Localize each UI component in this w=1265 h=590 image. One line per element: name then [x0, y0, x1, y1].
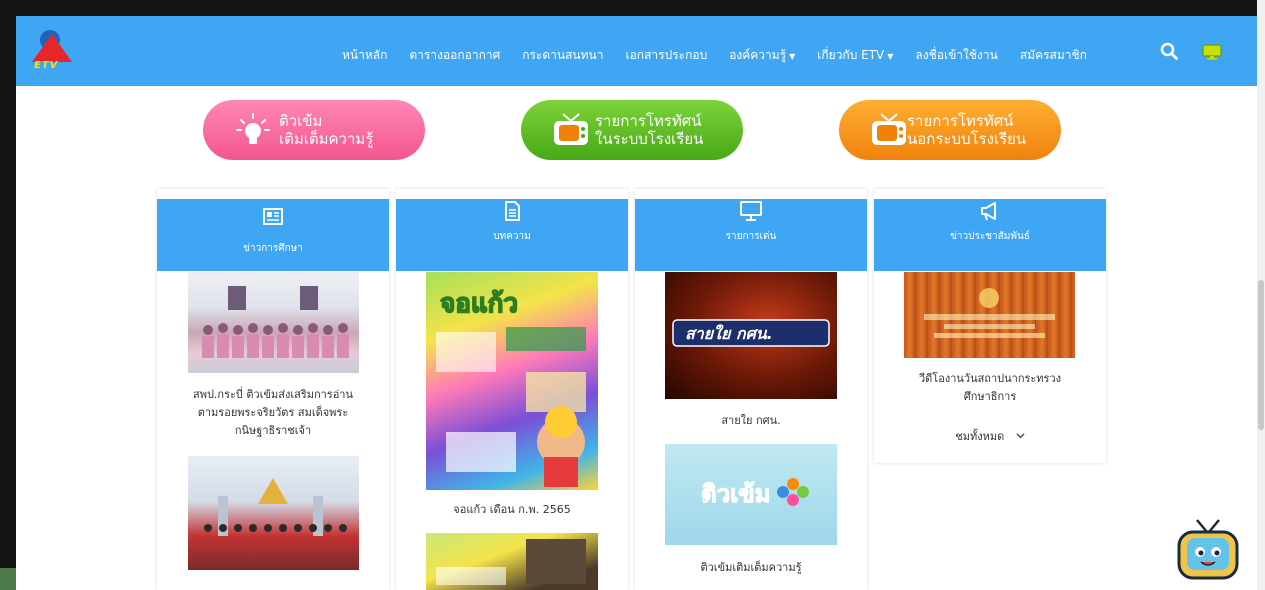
view-all-link[interactable]: ชมทั้งหมด	[884, 428, 1096, 446]
caption-line: สพป.กระบี่ ติวเข้มส่งเสริมการอ่าน	[192, 388, 353, 401]
saiyai-illustration: สายใย กศน.	[672, 319, 830, 347]
pr-thumbnail[interactable]	[904, 272, 1075, 358]
nav-item-label: เอกสารประกอบ	[625, 48, 708, 62]
card-title: ข่าวการศึกษา	[243, 243, 303, 254]
scrollbar[interactable]	[1257, 0, 1265, 590]
news-caption[interactable]: สพป.กระบี่ ติวเข้มส่งเสริมการอ่าน ตามรอย…	[168, 386, 378, 440]
card-header[interactable]: ข่าวประชาสัมพันธ์	[874, 199, 1106, 271]
program-thumbnail-saiyai[interactable]: สายใย กศน.	[665, 272, 837, 399]
nav-item-label: หน้าหลัก	[342, 48, 388, 62]
nav-item-about[interactable]: เกี่ยวกับ ETV ▼	[817, 46, 893, 65]
school-tv-button-line1: รายการโทรทัศน์	[595, 112, 702, 130]
caption-line: กนิษฐาธิราชเจ้า	[234, 424, 312, 437]
screen-frame-top	[0, 0, 1265, 16]
nonformal-tv-button[interactable]: รายการโทรทัศน์ นอกระบบโรงเรียน	[839, 100, 1061, 160]
caret-down-icon: ▼	[789, 52, 796, 61]
school-tv-button-line2: ในระบบโรงเรียน	[595, 130, 704, 148]
program-banner-text: ติวเข้ม	[701, 480, 771, 508]
nav-item-documents[interactable]: เอกสารประกอบ	[626, 46, 708, 65]
card-header[interactable]: รายการเด่น	[635, 199, 867, 271]
search-icon[interactable]	[1160, 42, 1178, 60]
tutor-button-line2: เติมเต็มความรู้	[279, 130, 374, 148]
tutor-button-line1: ติวเข้ม	[279, 112, 323, 130]
news-photo-ceremony[interactable]	[188, 456, 359, 570]
nav-item-home[interactable]: หน้าหลัก	[342, 46, 387, 65]
caption-line: วีดีโองานวันสถาปนากระทรวง	[918, 372, 1061, 385]
article-poster-2-illustration	[436, 539, 586, 585]
card-title: บทความ	[493, 231, 531, 242]
nav-item-label: องค์ความรู้	[729, 48, 787, 62]
monitor-icon	[740, 201, 762, 221]
article-poster-2[interactable]	[426, 533, 598, 590]
school-tv-button[interactable]: รายการโทรทัศน์ ในระบบโรงเรียน	[521, 100, 743, 160]
card-title: ข่าวประชาสัมพันธ์	[950, 231, 1030, 242]
nonformal-tv-button-line2: นอกระบบโรงเรียน	[907, 130, 1027, 148]
tv-icon	[872, 113, 906, 145]
tutor-button[interactable]: ติวเข้ม เติมเต็มความรู้	[203, 100, 425, 160]
program-caption-saiyai[interactable]: สายใย กศน.	[645, 412, 857, 430]
news-photo-group[interactable]	[188, 272, 359, 373]
desktop-edge	[0, 568, 16, 590]
article-poster-illustration: จอแก้ว	[436, 288, 586, 487]
pr-thumbnail-illustration	[924, 288, 1055, 338]
poster-title: จอแก้ว	[440, 289, 518, 319]
pr-caption[interactable]: วีดีโองานวันสถาปนากระทรวง ศึกษาธิการ	[884, 370, 1096, 406]
megaphone-icon	[981, 202, 996, 221]
group-photo-illustration	[202, 286, 349, 358]
caption-line: ศึกษาธิการ	[963, 390, 1017, 403]
tv-icon	[554, 113, 588, 145]
logo-text: ETV	[34, 60, 59, 71]
nav-item-label: กระดานสนทนา	[522, 48, 604, 62]
nav-item-forum[interactable]: กระดานสนทนา	[522, 46, 603, 65]
nav-item-login[interactable]: ลงชื่อเข้าใช้งาน	[915, 46, 997, 65]
card-header[interactable]: บทความ	[396, 199, 628, 271]
document-icon	[505, 201, 520, 221]
nav-menu: หน้าหลัก ตารางออกอากาศ กระดานสนทนา เอกสา…	[342, 46, 1109, 65]
tv-icon[interactable]	[1202, 44, 1222, 60]
top-navbar: ETV หน้าหลัก ตารางออกอากาศ กระดานสนทนา เ…	[16, 16, 1257, 86]
caret-down-icon: ▼	[887, 52, 894, 61]
nav-item-knowledge[interactable]: องค์ความรู้ ▼	[729, 46, 795, 65]
nav-item-schedule[interactable]: ตารางออกอากาศ	[409, 46, 500, 65]
article-poster[interactable]: จอแก้ว	[426, 272, 598, 490]
screen-frame-left	[0, 0, 16, 590]
caption-line: ตามรอยพระจริยวัตร สมเด็จพระ	[197, 406, 349, 419]
tv-mascot-icon[interactable]	[1173, 516, 1243, 582]
program-caption-tutor[interactable]: ติวเข้มเติมเต็มความรู้	[645, 559, 857, 577]
card-header[interactable]: ข่าวการศึกษา	[157, 199, 389, 271]
nav-item-label: ตารางออกอากาศ	[409, 48, 501, 62]
program-thumbnail-tutor[interactable]: ติวเข้ม	[665, 444, 837, 545]
logo-triangle-shape	[32, 34, 72, 62]
card-title: รายการเด่น	[725, 231, 777, 242]
program-banner-text: สายใย กศน.	[685, 324, 773, 343]
nav-item-label: สมัครสมาชิก	[1019, 48, 1087, 62]
etv-logo[interactable]: ETV	[30, 30, 74, 74]
scrollbar-thumb[interactable]	[1258, 280, 1264, 430]
article-caption[interactable]: จอแก้ว เดือน ก.พ. 2565	[406, 501, 618, 519]
lightbulb-icon	[236, 113, 270, 144]
nav-item-label: เกี่ยวกับ ETV	[817, 48, 885, 62]
view-all-label: ชมทั้งหมด	[955, 430, 1005, 443]
tutor-program-illustration: ติวเข้ม	[701, 478, 809, 509]
newspaper-icon	[263, 208, 283, 225]
nonformal-tv-button-line1: รายการโทรทัศน์	[907, 112, 1014, 130]
ceremony-photo-illustration	[204, 478, 347, 536]
nav-item-label: ลงชื่อเข้าใช้งาน	[915, 48, 998, 62]
chevron-down-icon	[1016, 433, 1025, 439]
nav-item-register[interactable]: สมัครสมาชิก	[1020, 46, 1087, 65]
